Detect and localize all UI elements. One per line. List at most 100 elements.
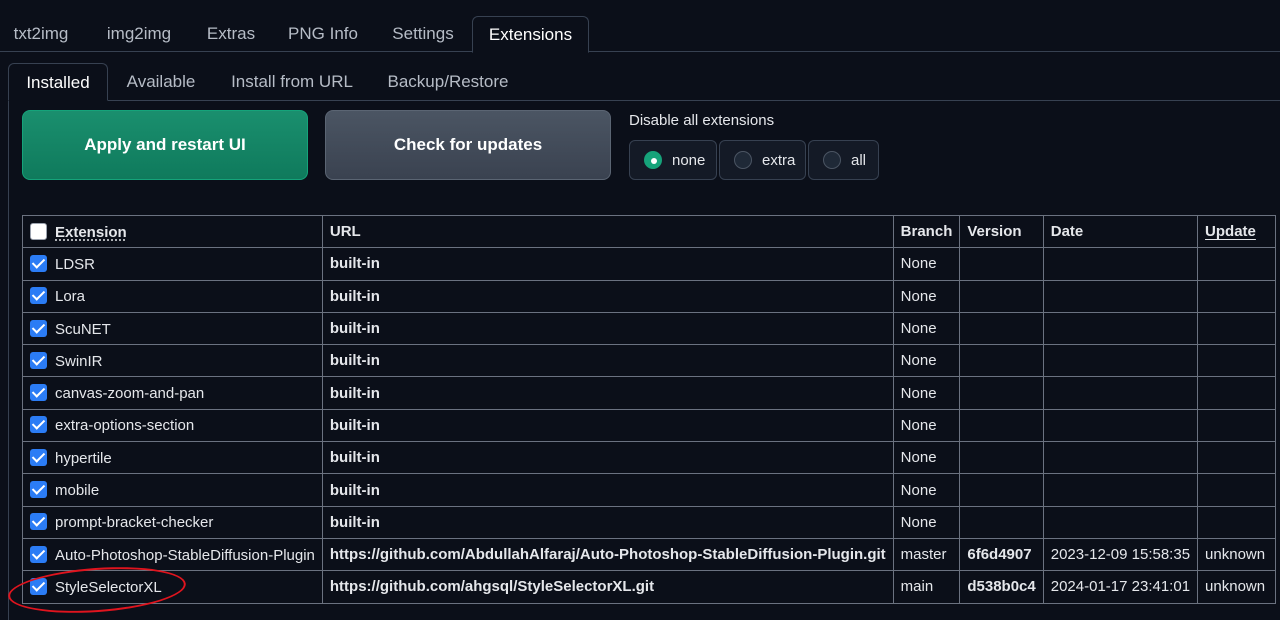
extension-cell: SwinIR <box>22 344 323 378</box>
extension-enable-checkbox[interactable] <box>30 416 47 434</box>
extension-cell: LDSR <box>22 247 323 281</box>
extension-branch: None <box>892 376 961 410</box>
extension-enable-checkbox[interactable] <box>30 577 47 595</box>
extension-name: Auto-Photoshop-StableDiffusion-Plugin <box>55 546 315 564</box>
extension-url: built-in <box>321 408 894 443</box>
extension-url: built-in <box>321 473 894 507</box>
radio-none-label: none <box>672 151 706 169</box>
extension-version <box>959 505 1044 539</box>
extension-url: built-in <box>321 376 894 410</box>
extension-enable-checkbox[interactable] <box>30 481 47 499</box>
extension-enable-checkbox[interactable] <box>30 254 47 272</box>
extension-branch: None <box>892 279 961 313</box>
main-tab-bar: txt2img img2img Extras PNG Info Settings… <box>0 0 1280 53</box>
table-row: StyleSelectorXL https://github.com/ahgsql… <box>22 570 1277 604</box>
extension-date <box>1042 311 1199 346</box>
extension-date: 2023-12-09 15:58:35 <box>1042 537 1199 572</box>
extension-name: mobile <box>55 482 100 500</box>
check-for-updates-button[interactable]: Check for updates <box>325 110 611 180</box>
extension-name: SwinIR <box>55 352 103 370</box>
extension-enable-checkbox[interactable] <box>30 545 47 563</box>
extension-name: extra-options-section <box>55 417 195 435</box>
radio-extra-label: extra <box>762 151 796 169</box>
extension-update <box>1197 344 1277 378</box>
extension-branch: None <box>892 408 961 443</box>
extension-url: built-in <box>321 279 894 313</box>
extension-update <box>1197 473 1277 507</box>
extension-date: 2024-01-17 23:41:01 <box>1042 570 1199 604</box>
extension-branch: None <box>892 441 961 475</box>
extension-date <box>1042 408 1199 443</box>
extension-date <box>1042 344 1199 378</box>
extension-version: 6f6d4907 <box>959 537 1044 572</box>
subtab-available[interactable]: Available <box>114 63 208 101</box>
extension-update <box>1197 441 1277 475</box>
tab-txt2img[interactable]: txt2img <box>0 16 82 52</box>
extension-update <box>1197 505 1277 539</box>
tab-settings[interactable]: Settings <box>380 16 466 52</box>
table-row: hypertile built-in None <box>22 441 1277 475</box>
subtab-installed[interactable]: Installed <box>8 63 108 101</box>
tab-extras[interactable]: Extras <box>196 16 266 52</box>
header-update-label[interactable]: Update <box>1205 223 1256 240</box>
tab-png-info[interactable]: PNG Info <box>278 16 368 52</box>
extension-branch: main <box>892 570 961 604</box>
table-row: prompt-bracket-checker built-in None <box>22 505 1277 539</box>
radio-all-label: all <box>851 151 867 169</box>
extension-cell: StyleSelectorXL <box>22 570 323 604</box>
extension-name: prompt-bracket-checker <box>55 514 214 532</box>
extensions-table: Extension URL Branch Version Date Update… <box>22 214 1277 604</box>
extension-url: https://github.com/AbdullahAlfaraj/Auto-… <box>321 537 894 572</box>
radio-all[interactable]: all <box>808 140 879 180</box>
extension-update <box>1197 408 1277 443</box>
radio-all-indicator <box>823 151 841 169</box>
extension-url: built-in <box>321 344 894 378</box>
extension-name: canvas-zoom-and-pan <box>55 385 205 403</box>
select-all-checkbox[interactable] <box>30 222 47 240</box>
extension-cell: extra-options-section <box>22 408 323 443</box>
extension-date <box>1042 376 1199 410</box>
extension-update <box>1197 279 1277 313</box>
extension-enable-checkbox[interactable] <box>30 448 47 466</box>
extension-name: ScuNET <box>55 320 111 338</box>
table-row: extra-options-section built-in None <box>22 408 1277 443</box>
extensions-table-body: LDSR built-in None Lora built-in None ScuNET bu… <box>22 247 1277 604</box>
extension-date <box>1042 279 1199 313</box>
extension-version <box>959 408 1044 443</box>
extension-version: d538b0c4 <box>959 570 1044 604</box>
extension-cell: Lora <box>22 279 323 313</box>
header-branch: Branch <box>892 214 961 249</box>
extension-branch: None <box>892 247 961 281</box>
extension-cell: ScuNET <box>22 311 323 346</box>
extension-url: https://github.com/ahgsql/StyleSelectorX… <box>321 570 894 604</box>
extension-enable-checkbox[interactable] <box>30 513 47 531</box>
extension-version <box>959 247 1044 281</box>
extension-enable-checkbox[interactable] <box>30 319 47 337</box>
extension-enable-checkbox[interactable] <box>30 351 47 369</box>
extension-url: built-in <box>321 505 894 539</box>
extension-enable-checkbox[interactable] <box>30 384 47 402</box>
radio-extra[interactable]: extra <box>719 140 806 180</box>
extension-update <box>1197 247 1277 281</box>
subtab-install-from-url[interactable]: Install from URL <box>220 63 364 101</box>
extension-enable-checkbox[interactable] <box>30 287 47 305</box>
extension-branch: None <box>892 344 961 378</box>
table-row: ScuNET built-in None <box>22 311 1277 346</box>
subtab-backup-restore[interactable]: Backup/Restore <box>376 63 520 101</box>
table-row: canvas-zoom-and-pan built-in None <box>22 376 1277 410</box>
header-extension-label[interactable]: Extension <box>55 224 127 241</box>
tab-img2img[interactable]: img2img <box>94 16 184 52</box>
table-row: LDSR built-in None <box>22 247 1277 281</box>
extension-update: unknown <box>1197 570 1277 604</box>
header-update: Update <box>1197 214 1277 249</box>
tab-extensions[interactable]: Extensions <box>472 16 589 53</box>
header-version: Version <box>959 214 1044 249</box>
apply-and-restart-button[interactable]: Apply and restart UI <box>22 110 308 180</box>
extension-update: unknown <box>1197 537 1277 572</box>
header-extension: Extension <box>22 214 323 249</box>
extension-name: LDSR <box>55 255 96 273</box>
extension-version <box>959 279 1044 313</box>
extension-cell: canvas-zoom-and-pan <box>22 376 323 410</box>
extension-url: built-in <box>321 311 894 346</box>
radio-none[interactable]: none <box>629 140 717 180</box>
